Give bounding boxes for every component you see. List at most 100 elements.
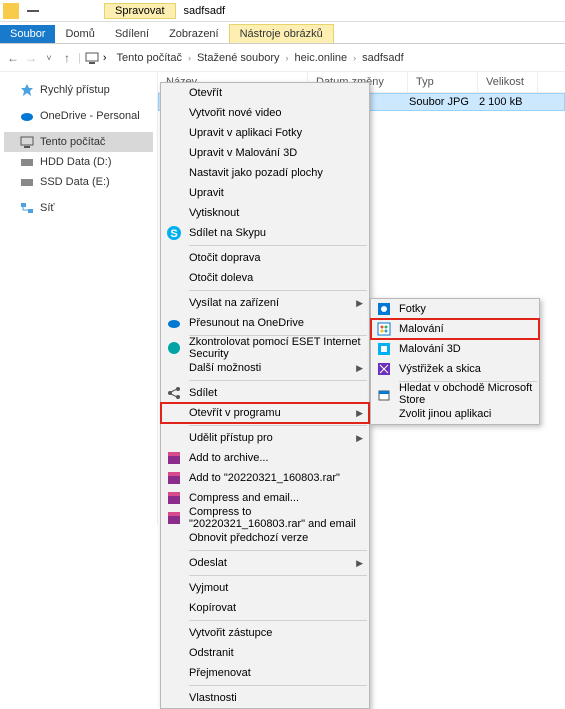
menu-item[interactable]: Vytvořit zástupce xyxy=(161,623,369,643)
menu-item-label: Sdílet xyxy=(189,387,217,399)
menu-item[interactable]: Kopírovat xyxy=(161,598,369,618)
rar-icon xyxy=(166,450,182,466)
menu-item[interactable]: Vysílat na zařízení▶ xyxy=(161,293,369,313)
menu-item-label: Udělit přístup pro xyxy=(189,432,273,444)
menu-item[interactable]: Hledat v obchodě Microsoft Store xyxy=(371,384,539,404)
menu-item[interactable]: Přesunout na OneDrive xyxy=(161,313,369,333)
recent-button[interactable]: ˅ xyxy=(42,53,56,63)
menu-item[interactable]: Vytisknout xyxy=(161,203,369,223)
sidebar-item-quick-access[interactable]: Rychlý přístup xyxy=(4,80,153,100)
sidebar-item-label: SSD Data (E:) xyxy=(40,176,110,188)
ribbon-tab-share[interactable]: Sdílení xyxy=(105,25,159,43)
menu-item[interactable]: Otočit doprava xyxy=(161,248,369,268)
menu-item-label: Upravit v Malování 3D xyxy=(189,147,297,159)
menu-item[interactable]: Otevřít v programu▶ xyxy=(161,403,369,423)
menu-item[interactable]: Fotky xyxy=(371,299,539,319)
menu-item[interactable]: Výstřižek a skica xyxy=(371,359,539,379)
menu-item-label: Sdílet na Skypu xyxy=(189,227,266,239)
ribbon-tab-file[interactable]: Soubor xyxy=(0,25,55,43)
menu-item-label: Upravit xyxy=(189,187,224,199)
menu-item[interactable]: Sdílet xyxy=(161,383,369,403)
up-button[interactable]: ↑ xyxy=(60,51,74,65)
back-button[interactable]: ← xyxy=(6,51,20,65)
menu-item-label: Vytisknout xyxy=(189,207,239,219)
menu-item-label: Kopírovat xyxy=(189,602,236,614)
rar-icon xyxy=(166,510,182,526)
menu-item-label: Vlastnosti xyxy=(189,692,237,704)
forward-button[interactable]: → xyxy=(24,51,38,65)
sidebar-item-label: Síť xyxy=(40,202,55,214)
menu-item[interactable]: Zkontrolovat pomocí ESET Internet Securi… xyxy=(161,338,369,358)
col-type[interactable]: Typ xyxy=(408,72,478,92)
menu-item[interactable]: Malování 3D xyxy=(371,339,539,359)
menu-item-label: Otočit doleva xyxy=(189,272,253,284)
ribbon-tab-view[interactable]: Zobrazení xyxy=(159,25,229,43)
menu-item-label: Vysílat na zařízení xyxy=(189,297,279,309)
menu-item[interactable]: Odstranit xyxy=(161,643,369,663)
fotky-icon xyxy=(376,301,392,317)
crumb[interactable]: sadfsadf xyxy=(362,52,404,64)
menu-item[interactable]: Zvolit jinou aplikaci xyxy=(371,404,539,424)
ribbon-tab-picture-tools[interactable]: Nástroje obrázků xyxy=(229,24,334,43)
menu-item-label: Malování xyxy=(399,323,444,335)
menu-item[interactable]: Udělit přístup pro▶ xyxy=(161,428,369,448)
menu-item-label: Add to archive... xyxy=(189,452,269,464)
menu-item[interactable]: Přejmenovat xyxy=(161,663,369,683)
breadcrumb[interactable]: Tento počítač› Stažené soubory› heic.onl… xyxy=(117,52,404,64)
menu-item-label: Obnovit předchozí verze xyxy=(189,532,308,544)
pc-icon xyxy=(85,51,99,65)
menu-item[interactable]: Malování xyxy=(371,319,539,339)
paint-icon xyxy=(376,321,392,337)
ribbon-tab-home[interactable]: Domů xyxy=(55,25,104,43)
ribbon: Soubor Domů Sdílení Zobrazení Nástroje o… xyxy=(0,22,565,44)
window-title: sadfsadf xyxy=(184,5,226,17)
menu-item[interactable]: Add to archive... xyxy=(161,448,369,468)
menu-item-label: Odeslat xyxy=(189,557,227,569)
rar-icon xyxy=(166,490,182,506)
menu-item[interactable]: Vytvořit nové video xyxy=(161,103,369,123)
menu-item[interactable]: Otevřít xyxy=(161,83,369,103)
menu-item[interactable]: Nastavit jako pozadí plochy xyxy=(161,163,369,183)
rar-icon xyxy=(166,470,182,486)
qat-icon[interactable] xyxy=(25,3,41,19)
menu-item[interactable]: Odeslat▶ xyxy=(161,553,369,573)
skype-icon: S xyxy=(166,225,182,241)
menu-item[interactable]: Obnovit předchozí verze xyxy=(161,528,369,548)
menu-item[interactable]: Upravit v Malování 3D xyxy=(161,143,369,163)
menu-item-label: Vyjmout xyxy=(189,582,228,594)
menu-item[interactable]: Compress and email... xyxy=(161,488,369,508)
menu-item-label: Zkontrolovat pomocí ESET Internet Securi… xyxy=(189,336,363,360)
menu-item-label: Compress to "20220321_160803.rar" and em… xyxy=(189,506,363,530)
sidebar-item-onedrive[interactable]: OneDrive - Personal xyxy=(4,106,153,126)
submenu-arrow-icon: ▶ xyxy=(356,363,363,374)
crumb[interactable]: Tento počítač xyxy=(117,52,182,64)
menu-item[interactable]: Compress to "20220321_160803.rar" and em… xyxy=(161,508,369,528)
menu-item[interactable]: Otočit doleva xyxy=(161,268,369,288)
menu-item-label: Hledat v obchodě Microsoft Store xyxy=(399,382,533,406)
menu-item[interactable]: Upravit xyxy=(161,183,369,203)
file-type: Soubor JPG xyxy=(409,96,479,108)
context-menu[interactable]: OtevřítVytvořit nové video Upravit v apli… xyxy=(160,82,370,709)
titlebar: Spravovat sadfsadf xyxy=(0,0,565,22)
menu-item-label: Otevřít v programu xyxy=(189,407,281,419)
menu-item-label: Přesunout na OneDrive xyxy=(189,317,304,329)
sidebar-item-label: HDD Data (D:) xyxy=(40,156,112,168)
menu-item-label: Upravit v aplikaci Fotky xyxy=(189,127,302,139)
menu-item[interactable]: Upravit v aplikaci Fotky xyxy=(161,123,369,143)
menu-item[interactable]: S Sdílet na Skypu xyxy=(161,223,369,243)
sidebar-item-hdd[interactable]: HDD Data (D:) xyxy=(4,152,153,172)
sidebar-item-network[interactable]: Síť xyxy=(4,198,153,218)
crumb[interactable]: Stažené soubory xyxy=(197,52,280,64)
sidebar-item-this-pc[interactable]: Tento počítač xyxy=(4,132,153,152)
menu-item[interactable]: Další možnosti ▶ xyxy=(161,358,369,378)
col-size[interactable]: Velikost xyxy=(478,72,538,92)
menu-item[interactable]: Add to "20220321_160803.rar" xyxy=(161,468,369,488)
menu-item[interactable]: Vyjmout xyxy=(161,578,369,598)
menu-item[interactable]: Vlastnosti xyxy=(161,688,369,708)
sidebar-item-ssd[interactable]: SSD Data (E:) xyxy=(4,172,153,192)
drive-icon xyxy=(20,175,34,189)
open-with-submenu[interactable]: Fotky Malování Malování 3DVýstřižek a skic… xyxy=(370,298,540,425)
crumb[interactable]: heic.online xyxy=(295,52,348,64)
network-icon xyxy=(20,201,34,215)
menu-item-label: Další možnosti xyxy=(189,362,261,374)
